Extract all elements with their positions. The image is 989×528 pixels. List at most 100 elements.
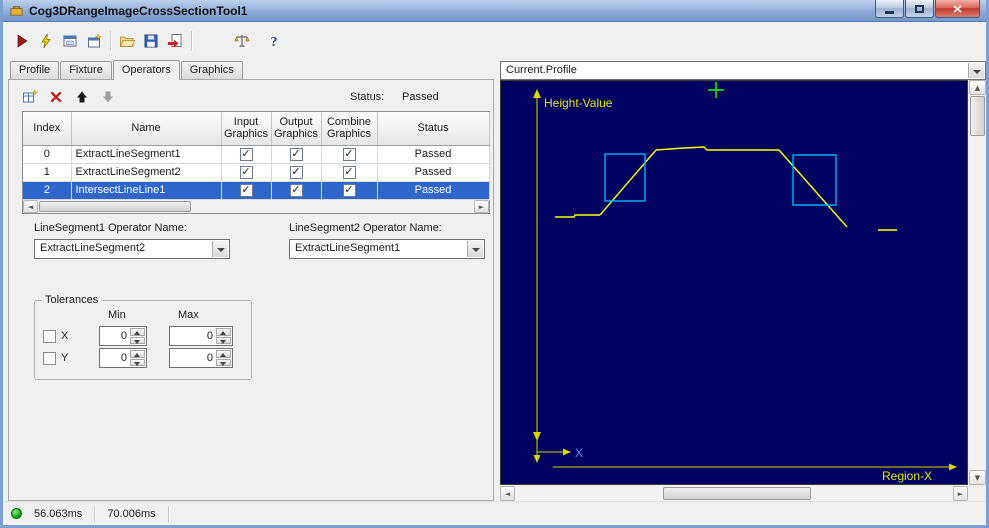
grid-cell: IntersectLineLine1: [71, 181, 222, 200]
input-graphics-checkbox[interactable]: ✓: [239, 183, 253, 197]
combo-value: Current.Profile: [506, 64, 577, 76]
spin-up-icon[interactable]: [216, 328, 231, 336]
column-header-name[interactable]: Name: [71, 112, 222, 146]
spin-down-icon[interactable]: [130, 358, 145, 366]
output-graphics-checkbox[interactable]: ✓: [289, 147, 303, 161]
grid-cell: ✓: [321, 145, 378, 164]
operator-row[interactable]: 0 ExtractLineSegment1 ✓ ✓ ✓ Passed: [23, 145, 490, 164]
grid-cell: ✓: [221, 145, 272, 164]
linesegment2-label: LineSegment2 Operator Name:: [289, 222, 442, 234]
output-graphics-checkbox[interactable]: ✓: [289, 165, 303, 179]
scroll-right-icon[interactable]: ►: [474, 200, 489, 213]
spin-up-icon[interactable]: [130, 328, 145, 336]
spinner-buttons: [216, 328, 231, 344]
tolerance-x-checkbox[interactable]: [43, 330, 56, 343]
open-button[interactable]: [115, 30, 138, 52]
total-time: 70.006ms: [107, 507, 156, 520]
tab-strip: Profile Fixture Operators Graphics: [10, 60, 244, 80]
input-graphics-checkbox[interactable]: ✓: [239, 165, 253, 179]
scrollbar-thumb[interactable]: [663, 487, 811, 500]
maximize-button[interactable]: [905, 0, 934, 18]
chevron-down-icon[interactable]: [212, 241, 228, 257]
titlebar[interactable]: Cog3DRangeImageCrossSectionTool1: [3, 0, 986, 22]
scroll-left-icon[interactable]: ◄: [23, 200, 38, 213]
scroll-up-icon[interactable]: ▲: [969, 80, 986, 95]
spin-down-icon[interactable]: [216, 336, 231, 344]
move-down-icon: [102, 91, 113, 102]
operator-row[interactable]: 2 IntersectLineLine1 ✓ ✓ ✓ Passed: [23, 181, 490, 200]
import-icon: [167, 33, 181, 47]
minimize-button[interactable]: [875, 0, 904, 18]
chevron-down-icon[interactable]: [968, 63, 984, 78]
combine-graphics-checkbox[interactable]: ✓: [342, 147, 356, 161]
close-button[interactable]: [935, 0, 980, 18]
add-operator-button[interactable]: [19, 86, 40, 107]
combine-graphics-checkbox[interactable]: ✓: [342, 165, 356, 179]
column-header-index[interactable]: Index: [23, 112, 72, 146]
scrollbar-thumb[interactable]: [39, 201, 191, 212]
tolerance-x-max-spinner[interactable]: 0: [169, 326, 233, 346]
scroll-down-icon[interactable]: ▼: [969, 470, 986, 485]
linesegment1-label: LineSegment1 Operator Name:: [34, 222, 187, 234]
delete-operator-button[interactable]: [45, 86, 66, 107]
move-up-icon: [76, 91, 87, 102]
save-button[interactable]: [139, 30, 162, 52]
operators-panel: Status: Passed Index Name Input Graphics Ou…: [8, 79, 494, 501]
scrollbar-thumb[interactable]: [970, 96, 985, 136]
toolbox-icon: [8, 3, 24, 19]
column-header-status[interactable]: Status: [377, 112, 490, 146]
spinner-value: 0: [206, 352, 213, 364]
new-tool-window-button[interactable]: [82, 30, 105, 52]
linesegment2-operator-combo[interactable]: ExtractLineSegment1: [289, 239, 485, 259]
profile-horizontal-scrollbar[interactable]: ◄ ►: [500, 486, 968, 501]
operator-row[interactable]: 1 ExtractLineSegment2 ✓ ✓ ✓ Passed: [23, 163, 490, 182]
tab-graphics[interactable]: Graphics: [180, 61, 243, 79]
column-header-output[interactable]: Output Graphics: [271, 112, 322, 146]
column-header-input[interactable]: Input Graphics: [221, 112, 272, 146]
tool-window-icon: [63, 35, 76, 46]
grid-cell: ✓: [221, 181, 272, 200]
tolerance-x-label: X: [61, 330, 69, 342]
chevron-down-icon[interactable]: [467, 241, 483, 257]
linesegment1-operator-combo[interactable]: ExtractLineSegment2: [34, 239, 230, 259]
tolerance-y-max-spinner[interactable]: 0: [169, 348, 233, 368]
profile-plot: Height-Value Region-X X: [533, 82, 957, 483]
grid-cell: ✓: [271, 163, 322, 182]
spin-up-icon[interactable]: [216, 350, 231, 358]
svg-text:?: ?: [270, 35, 277, 49]
combine-graphics-checkbox[interactable]: ✓: [342, 183, 356, 197]
help-button[interactable]: ?: [262, 30, 285, 52]
run-trigger-button[interactable]: [34, 30, 57, 52]
scroll-left-icon[interactable]: ◄: [500, 486, 515, 501]
table-horizontal-scrollbar[interactable]: ◄ ►: [23, 199, 489, 213]
run-button[interactable]: [10, 30, 33, 52]
column-header-combine[interactable]: Combine Graphics: [321, 112, 378, 146]
input-graphics-checkbox[interactable]: ✓: [239, 147, 253, 161]
spin-up-icon[interactable]: [130, 350, 145, 358]
plot-axes: [533, 89, 957, 471]
tolerance-y-checkbox[interactable]: [43, 352, 56, 365]
move-up-button[interactable]: [71, 86, 92, 107]
profile-vertical-scrollbar[interactable]: ▲ ▼: [969, 80, 986, 485]
tolerance-y-min-spinner[interactable]: 0: [99, 348, 147, 368]
statusbar-divider: [167, 505, 169, 522]
scroll-right-icon[interactable]: ►: [953, 486, 968, 501]
tab-operators[interactable]: Operators: [112, 60, 180, 80]
tool-window-button[interactable]: [58, 30, 81, 52]
tab-fixture[interactable]: Fixture: [60, 61, 112, 79]
spin-down-icon[interactable]: [216, 358, 231, 366]
spin-down-icon[interactable]: [130, 336, 145, 344]
import-button[interactable]: [163, 30, 186, 52]
tolerance-x-min-spinner[interactable]: 0: [99, 326, 147, 346]
profile-display[interactable]: Height-Value Region-X X: [500, 80, 968, 485]
output-graphics-checkbox[interactable]: ✓: [289, 183, 303, 197]
calibration-button[interactable]: [230, 30, 253, 52]
window-title: Cog3DRangeImageCrossSectionTool1: [29, 3, 248, 18]
move-down-button[interactable]: [97, 86, 118, 107]
profile-source-combo[interactable]: Current.Profile: [500, 61, 986, 80]
grid-cell: ✓: [221, 163, 272, 182]
grid-cell: 2: [23, 181, 72, 200]
grid-cell: ✓: [321, 181, 378, 200]
tab-profile[interactable]: Profile: [10, 61, 60, 79]
x-axis-label: Region-X: [882, 469, 932, 483]
